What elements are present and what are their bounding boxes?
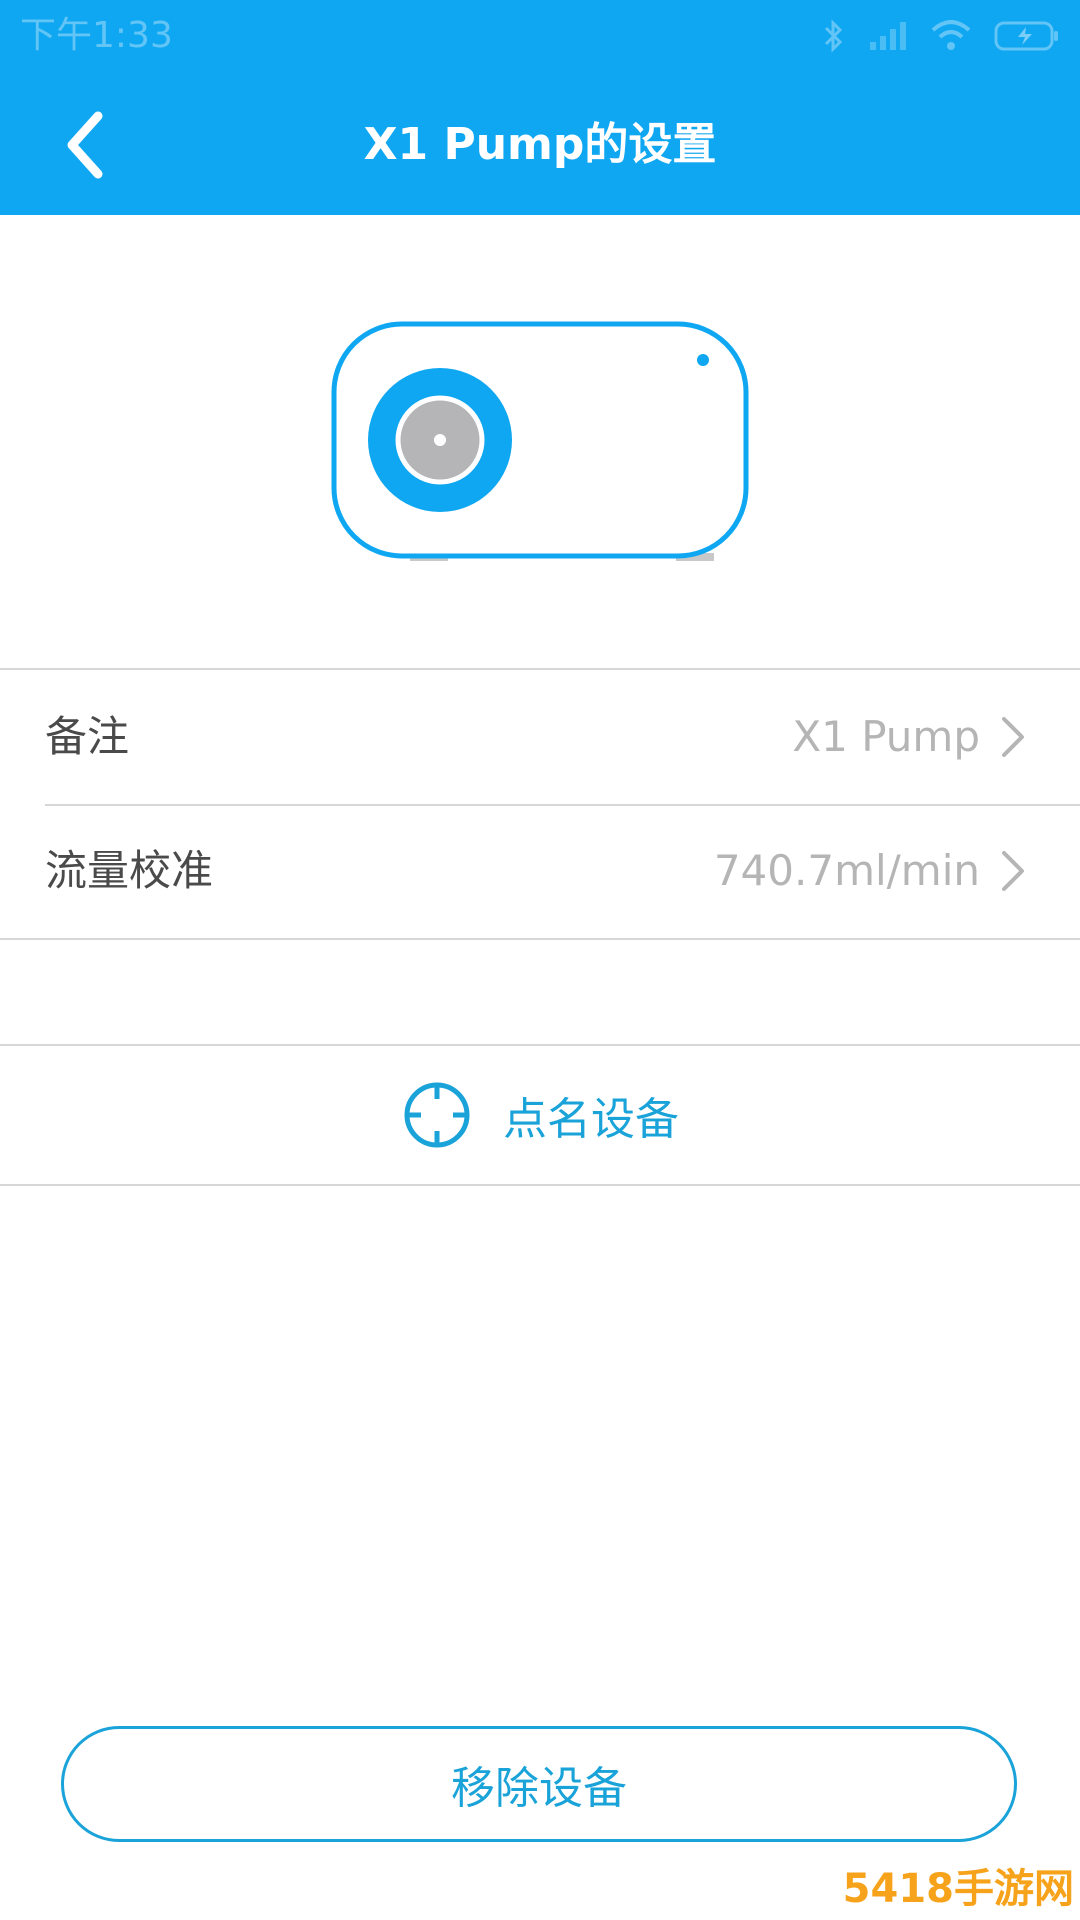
setting-value: X1 Pump [792,712,980,761]
status-icons [822,14,1060,58]
setting-row-flow-calibration[interactable]: 流量校准 740.7ml/min [0,804,1080,938]
setting-label: 流量校准 [45,846,214,895]
page-title: X1 Pump的设置 [363,119,717,170]
remove-device-button[interactable]: 移除设备 [61,1726,1017,1842]
status-bar: 下午1:33 [0,0,1080,75]
bluetooth-icon [824,19,843,53]
setting-row-remark[interactable]: 备注 X1 Pump [0,670,1080,804]
identify-device-button[interactable]: 点名设备 [0,1044,1080,1186]
pump-device-icon [331,321,749,561]
signal-icon [870,22,906,50]
setting-label: 备注 [45,712,130,761]
battery-icon [994,21,1058,51]
watermark-logo: 5418手游网 [842,1866,1074,1912]
settings-list: 备注 X1 Pump 流量校准 740.7ml/min [0,668,1080,940]
setting-value: 740.7ml/min [713,846,980,895]
back-button[interactable] [40,100,130,190]
chevron-left-icon [67,111,103,179]
chevron-right-icon [1002,851,1024,891]
wifi-icon [931,20,971,50]
status-time: 下午1:33 [20,15,173,56]
identify-label: 点名设备 [503,1094,679,1145]
device-hero [0,215,1080,668]
crosshair-icon [404,1082,470,1148]
app-bar: X1 Pump的设置 [0,75,1080,215]
chevron-right-icon [1002,717,1024,757]
